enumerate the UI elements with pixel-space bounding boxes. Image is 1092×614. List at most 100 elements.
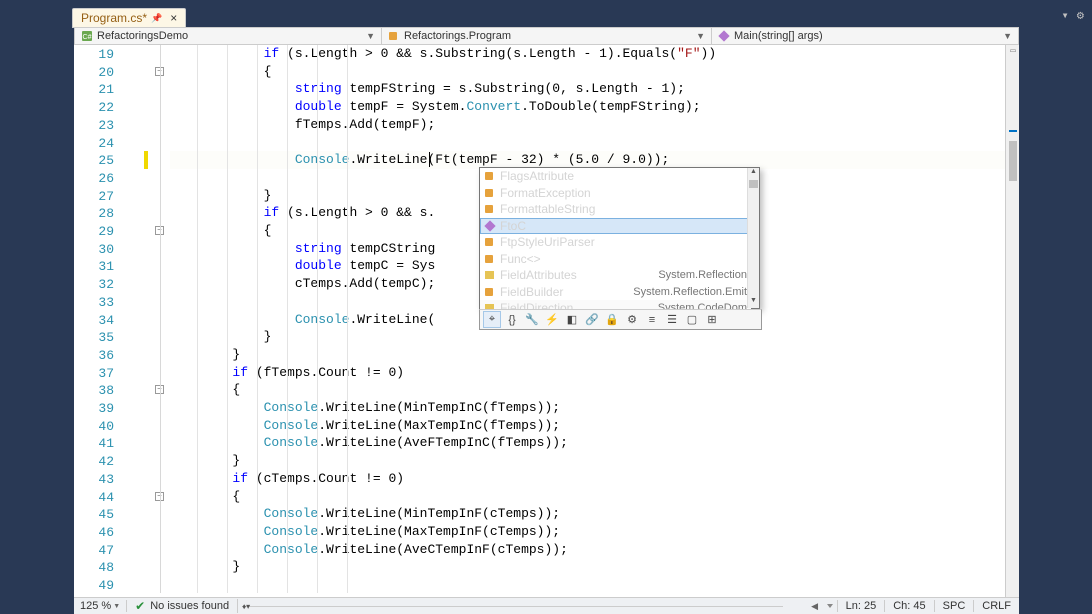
chevron-down-icon[interactable]: ▼ <box>366 31 375 41</box>
line-number-gutter: 1920212223242526272829303132333435363738… <box>74 45 138 597</box>
close-icon[interactable]: × <box>170 11 177 25</box>
line-number: 27 <box>78 189 114 204</box>
indent-guide <box>347 45 348 593</box>
filter-list-icon[interactable]: ≡ <box>643 311 661 328</box>
window-dropdown-icon[interactable]: ▾ <box>1062 8 1069 23</box>
code-line[interactable]: { <box>170 381 1005 399</box>
line-number: 26 <box>78 171 114 186</box>
code-line[interactable]: Console.WriteLine(AveCTempInF(cTemps)); <box>170 541 1005 559</box>
status-indent[interactable]: SPC <box>934 600 974 612</box>
intellisense-popup[interactable]: FlagsAttributeFormatExceptionFormattable… <box>479 167 760 309</box>
line-number: 38 <box>78 383 114 398</box>
error-scrollbar[interactable] <box>242 606 783 607</box>
overview-ruler[interactable]: ▭ <box>1005 45 1019 597</box>
completion-item[interactable]: FormattableString <box>480 201 751 218</box>
filter-method-cube-icon[interactable]: ◧ <box>563 311 581 328</box>
code-line[interactable]: Console.WriteLine(MaxTempInC(fTemps)); <box>170 417 1005 435</box>
breadcrumb-class[interactable]: Refactorings.Program ▼ <box>382 28 712 44</box>
filter-grid-icon[interactable]: ⊞ <box>703 311 721 328</box>
line-number: 36 <box>78 348 114 363</box>
indent-guide <box>257 45 258 593</box>
filter-wrench-icon[interactable]: 🔧 <box>523 311 541 328</box>
chevron-down-icon[interactable]: ▼ <box>113 603 120 610</box>
completion-scrollbar[interactable]: ▲▼ <box>747 168 759 308</box>
filter-link-icon[interactable]: 🔗 <box>583 311 601 328</box>
code-line[interactable]: } <box>170 452 1005 470</box>
code-line[interactable] <box>170 134 1005 152</box>
enum-icon <box>484 269 496 281</box>
indent-guide <box>227 45 228 593</box>
class-icon <box>388 30 400 42</box>
completion-label: Func<> <box>500 252 541 266</box>
prev-issue-icon[interactable]: ◀ <box>807 601 823 612</box>
completion-label: FieldAttributes <box>500 268 577 282</box>
issues-indicator[interactable]: ✔ No issues found <box>127 599 238 613</box>
split-icon[interactable]: ▭ <box>1008 46 1018 56</box>
completion-item[interactable]: Func<> <box>480 251 751 268</box>
line-number: 28 <box>78 206 114 221</box>
completion-namespace: System.Reflection.Emit <box>633 286 747 298</box>
zoom-level[interactable]: 125 % ▼ <box>74 600 127 612</box>
class-icon <box>484 286 496 298</box>
code-line[interactable]: string tempFString = s.Substring(0, s.Le… <box>170 80 1005 98</box>
code-line[interactable]: Console.WriteLine(MaxTempInF(cTemps)); <box>170 523 1005 541</box>
line-number: 25 <box>78 153 114 168</box>
tab-bar: Program.cs* 📌 × <box>72 8 186 28</box>
code-line[interactable]: } <box>170 558 1005 576</box>
pin-icon[interactable]: 📌 <box>151 13 162 24</box>
code-line[interactable]: { <box>170 63 1005 81</box>
line-number: 35 <box>78 330 114 345</box>
filter-target-icon[interactable]: ⌖ <box>483 311 501 328</box>
filter-braces-icon[interactable]: {} <box>503 311 521 328</box>
breadcrumb-method[interactable]: Main(string[] args) ▼ <box>712 28 1018 44</box>
completion-item[interactable]: FieldBuilderSystem.Reflection.Emit <box>480 284 751 301</box>
code-line[interactable]: double tempF = System.Convert.ToDouble(t… <box>170 98 1005 116</box>
line-number: 42 <box>78 454 114 469</box>
filter-gear-icon[interactable]: ⚙ <box>623 311 641 328</box>
status-line-endings[interactable]: CRLF <box>973 600 1019 612</box>
settings-gear-icon[interactable]: ⚙ <box>1077 8 1084 23</box>
code-line[interactable]: Console.WriteLine(MinTempInC(fTemps)); <box>170 399 1005 417</box>
completion-item[interactable]: FtpStyleUriParser <box>480 234 751 251</box>
completion-namespace: System.Reflection <box>658 269 747 281</box>
indent-guide <box>317 45 318 593</box>
class-icon <box>484 170 496 182</box>
chevron-down-icon[interactable]: ▼ <box>1003 31 1012 41</box>
line-number: 47 <box>78 543 114 558</box>
tab-program-cs[interactable]: Program.cs* 📌 × <box>72 8 186 28</box>
line-number: 41 <box>78 436 114 451</box>
code-line[interactable]: { <box>170 488 1005 506</box>
code-line[interactable]: Console.WriteLine(AveFTempInC(fTemps)); <box>170 434 1005 452</box>
class-icon <box>484 236 496 248</box>
code-line[interactable]: if (s.Length > 0 && s.Substring(s.Length… <box>170 45 1005 63</box>
completion-item[interactable]: FlagsAttribute <box>480 168 751 185</box>
line-number: 45 <box>78 507 114 522</box>
filter-box-icon[interactable]: ▢ <box>683 311 701 328</box>
breadcrumb-namespace[interactable]: C# RefactoringsDemo ▼ <box>75 28 382 44</box>
code-line[interactable]: if (cTemps.Count != 0) <box>170 470 1005 488</box>
code-line[interactable]: if (fTemps.Count != 0) <box>170 364 1005 382</box>
csharp-project-icon: C# <box>81 30 93 42</box>
method-icon <box>718 30 730 42</box>
completion-item[interactable]: FormatException <box>480 185 751 202</box>
ok-check-icon: ✔ <box>135 599 145 613</box>
method-icon <box>484 220 496 232</box>
code-line[interactable]: Console.WriteLine(MinTempInF(cTemps)); <box>170 505 1005 523</box>
completion-item[interactable]: FtoC <box>480 218 751 235</box>
chevron-down-icon[interactable]: ▼ <box>696 31 705 41</box>
code-editor[interactable]: 1920212223242526272829303132333435363738… <box>74 45 1019 597</box>
filter-event-icon[interactable]: ⚡ <box>543 311 561 328</box>
filter-lock-icon[interactable]: 🔒 <box>603 311 621 328</box>
line-number: 22 <box>78 100 114 115</box>
filter-lines-icon[interactable]: ☰ <box>663 311 681 328</box>
completion-item[interactable]: FieldAttributes System.Reflection <box>480 267 751 284</box>
line-number: 20 <box>78 65 114 80</box>
code-line[interactable] <box>170 576 1005 594</box>
completion-label: FtpStyleUriParser <box>500 235 595 249</box>
code-line[interactable]: fTemps.Add(tempF); <box>170 116 1005 134</box>
issue-dropdown-icon[interactable] <box>827 604 833 608</box>
code-line[interactable]: } <box>170 346 1005 364</box>
breadcrumb-method-text: Main(string[] args) <box>734 30 823 42</box>
code-line[interactable]: } <box>170 328 1005 346</box>
class-icon <box>484 187 496 199</box>
